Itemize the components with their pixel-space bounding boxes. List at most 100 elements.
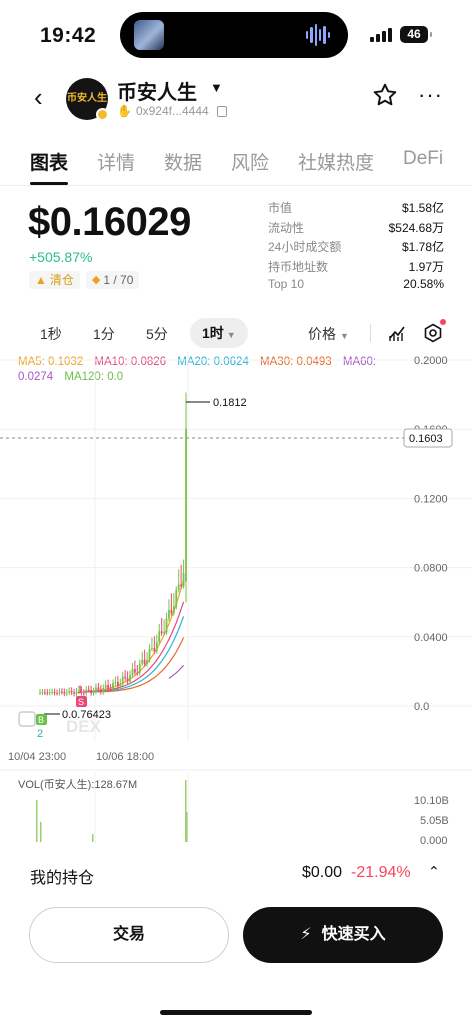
chevron-up-icon[interactable]: ⌄ [428,862,440,879]
interval-1h[interactable]: 1时 ▼ [190,318,248,348]
token-address: 0x924f...4444 [135,104,209,118]
holding-value: $0.00 [302,864,343,881]
candle-body [97,687,100,690]
candle-body [51,692,54,694]
stat-row: Top 10 20.58% [268,277,444,297]
candle-body [68,690,71,693]
quick-buy-button[interactable]: ⚡ 快速买入 [243,907,443,963]
diamond-icon: ◆ [91,274,101,286]
candle-body [102,687,105,693]
interval-1s[interactable]: 1秒 [40,324,62,344]
tab-defi[interactable]: DeFi [403,148,443,170]
now-playing-thumbnail [134,20,164,50]
clear-tag[interactable]: ▲ 清仓 [29,271,80,289]
candle-body [126,678,129,682]
chevron-down-icon[interactable]: ▼ [210,80,223,95]
volume-bar [186,812,188,842]
candle-body [92,691,95,694]
holding-pct: -21.94% [351,864,411,881]
candle-body [155,642,158,652]
candle-body [109,688,112,690]
chevron-down-icon: ▼ [340,331,349,341]
price-selector[interactable]: 价格 ▼ [308,324,349,344]
ma-line [83,579,185,693]
detail-tabs: 图表 详情 数据 风险 社媒热度 DeFi [0,142,472,186]
volume-label: VOL(币安人生):128.67M [18,777,137,791]
dynamic-island[interactable] [120,12,348,58]
candle-body [182,572,185,587]
bolt-icon: ⚡ [300,926,312,943]
market-stats: 市值 $1.58亿 流动性 $524.68万 24小时成交额 $1.78亿 持币地址数… [268,199,444,297]
candle-body [146,660,148,665]
divider [370,324,371,342]
stat-value: $1.78亿 [401,240,444,254]
candle-body [121,676,124,684]
token-name[interactable]: 币安人生 [117,76,197,105]
candle-body [177,584,180,590]
candle-body [163,632,165,634]
volume-bar [40,822,42,842]
tab-details[interactable]: 详情 [97,148,135,175]
stat-row: 市值 $1.58亿 [268,199,444,219]
stat-row: 流动性 $524.68万 [268,219,444,239]
interval-1m[interactable]: 1分 [93,324,115,344]
more-icon[interactable]: ··· [418,82,443,108]
candle-body [131,669,134,676]
status-time: 19:42 [40,24,97,47]
ma-lines [83,579,185,693]
candle-body [134,669,136,673]
settings-icon[interactable] [423,323,443,343]
stat-row: 持币地址数 1.97万 [268,258,444,278]
stat-label: 流动性 [268,220,305,235]
back-icon[interactable]: ‹ [34,84,54,110]
tab-data[interactable]: 数据 [164,148,202,175]
candle-body [175,589,178,607]
tab-social[interactable]: 社媒热度 [298,148,374,175]
audio-wave-icon [306,24,330,46]
vol-tick-label: 0.000 [420,835,448,844]
notification-dot [440,319,446,325]
candle-body [165,618,168,633]
token-avatar: 币安人生 [66,78,109,121]
price-chart[interactable]: 0.20000.16000.12000.08000.04000.0 10/04 … [0,352,472,844]
candle-body [148,648,151,661]
candle-body [41,692,44,694]
stat-value: 1.97万 [408,259,444,274]
indicator-icon[interactable] [388,324,406,342]
stat-label: 持币地址数 [268,259,329,274]
token-address-row: ✋ 0x924f...4444 [117,104,227,118]
candle-body [82,693,85,695]
active-tab-indicator [30,182,68,185]
rank-tag[interactable]: ◆ 1 / 70 [85,271,140,289]
interval-1h-label: 1时 [202,325,224,341]
candle-body [87,689,90,691]
candle-body [90,689,92,694]
copy-icon[interactable] [216,105,227,117]
stat-label: 市值 [268,201,293,215]
stat-value: 20.58% [403,277,444,291]
rank-tag-label: 1 / 70 [103,273,134,287]
my-holding[interactable]: 我的持仓 $0.00 -21.94% ⌄ [0,860,472,890]
hand-icon: ✋ [117,104,132,118]
trade-button[interactable]: 交易 [29,907,229,963]
interval-5m[interactable]: 5分 [146,324,168,344]
y-tick-label: 0.2000 [414,355,448,367]
battery-icon: 46 [400,26,432,43]
candle-body [58,691,61,693]
sell-count: 1 [77,684,83,696]
y-tick-label: 0.0800 [414,563,448,575]
clear-tag-label: 清仓 [49,273,74,287]
candle-body [129,675,131,682]
stat-label: Top 10 [268,277,305,291]
candle-body [168,610,170,619]
candle-body [172,606,175,614]
candle-body [95,687,97,692]
favorite-star-icon[interactable] [372,82,398,108]
price-change: +505.87% [29,249,93,265]
candle-body [112,683,114,690]
tab-risk[interactable]: 风险 [231,148,269,175]
tab-chart[interactable]: 图表 [30,148,68,175]
interval-bar: 1秒 1分 5分 1时 ▼ 价格 ▼ [0,318,472,348]
home-indicator [160,1010,312,1015]
candle-body [43,692,46,694]
